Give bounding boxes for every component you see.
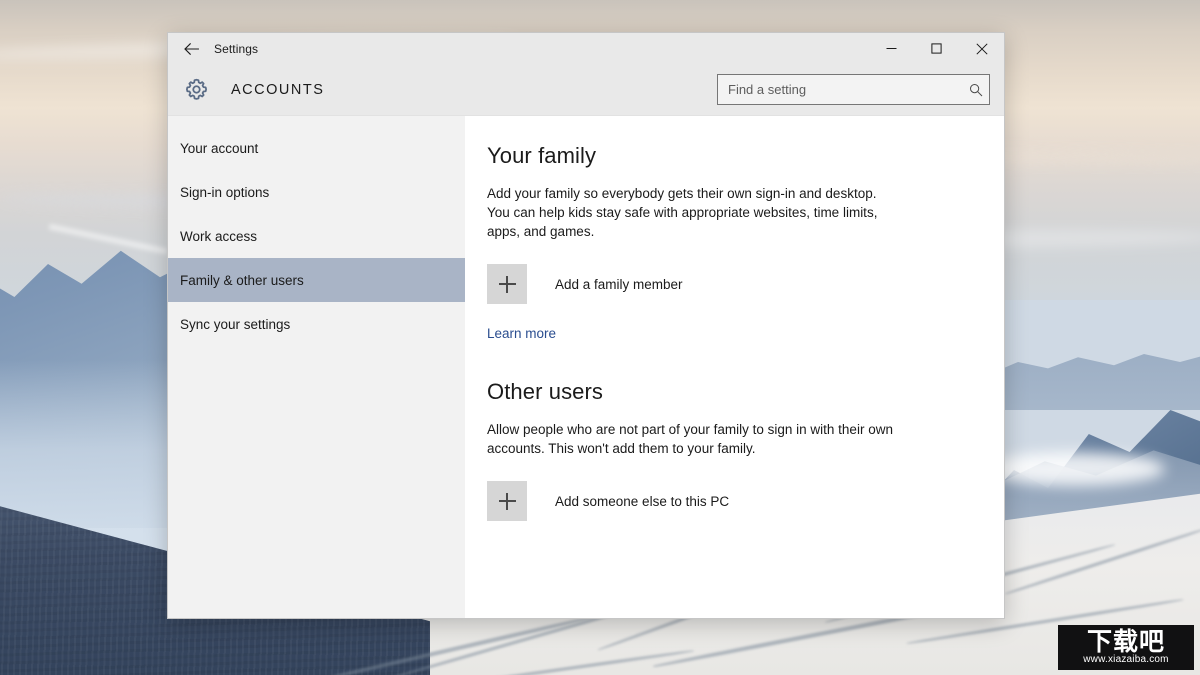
window-body: Your account Sign-in options Work access… — [168, 116, 1004, 618]
gear-icon — [173, 77, 219, 102]
your-family-section: Your family Add your family so everybody… — [487, 143, 1004, 343]
settings-content: Your family Add your family so everybody… — [465, 116, 1004, 618]
plus-icon — [498, 492, 516, 510]
sidebar-item-sync-your-settings[interactable]: Sync your settings — [168, 302, 465, 346]
back-button[interactable] — [168, 33, 214, 64]
window-controls — [869, 33, 1004, 64]
add-family-member-row[interactable]: Add a family member — [487, 264, 1004, 304]
page-title: ACCOUNTS — [231, 81, 325, 98]
window-titlebar: Settings — [168, 33, 1004, 64]
learn-more-link[interactable]: Learn more — [487, 326, 556, 341]
minimize-button[interactable] — [869, 33, 914, 64]
your-family-description: Add your family so everybody gets their … — [487, 186, 878, 239]
watermark-name: 下载吧 — [1086, 627, 1165, 656]
maximize-button[interactable] — [914, 33, 959, 64]
your-family-heading: Your family — [487, 143, 597, 168]
sidebar-item-label: Your account — [180, 140, 259, 156]
other-users-heading: Other users — [487, 379, 604, 404]
sidebar-item-work-access[interactable]: Work access — [168, 214, 465, 258]
cloud-bank — [985, 452, 1165, 486]
sidebar-item-sign-in-options[interactable]: Sign-in options — [168, 170, 465, 214]
page-header: ACCOUNTS — [168, 64, 1004, 116]
sidebar-item-family-and-other-users[interactable]: Family & other users — [168, 258, 465, 302]
watermark-url: www.xiazaiba.com — [1083, 654, 1169, 665]
settings-sidebar: Your account Sign-in options Work access… — [168, 116, 465, 618]
other-users-section: Other users Allow people who are not par… — [487, 379, 1004, 521]
add-someone-else-button[interactable] — [487, 481, 527, 521]
add-someone-else-label: Add someone else to this PC — [555, 493, 730, 509]
site-watermark: 下载吧 www.xiazaiba.com — [1058, 625, 1194, 670]
sidebar-item-label: Sign-in options — [180, 184, 270, 200]
search-input[interactable] — [718, 82, 963, 97]
plus-icon — [498, 275, 516, 293]
add-someone-else-row[interactable]: Add someone else to this PC — [487, 481, 1004, 521]
other-users-description: Allow people who are not part of your fa… — [487, 422, 893, 456]
sidebar-item-label: Family & other users — [180, 272, 304, 288]
sidebar-item-label: Work access — [180, 228, 258, 244]
add-family-member-label: Add a family member — [555, 276, 683, 292]
add-family-member-button[interactable] — [487, 264, 527, 304]
search-box[interactable] — [717, 74, 990, 105]
search-icon[interactable] — [963, 83, 989, 97]
settings-window: Settings ACCOUNTS Find a setting Your ac… — [167, 32, 1005, 619]
sidebar-item-label: Sync your settings — [180, 316, 291, 332]
window-title: Settings — [214, 41, 259, 56]
sidebar-item-your-account[interactable]: Your account — [168, 126, 465, 170]
close-button[interactable] — [959, 33, 1004, 64]
